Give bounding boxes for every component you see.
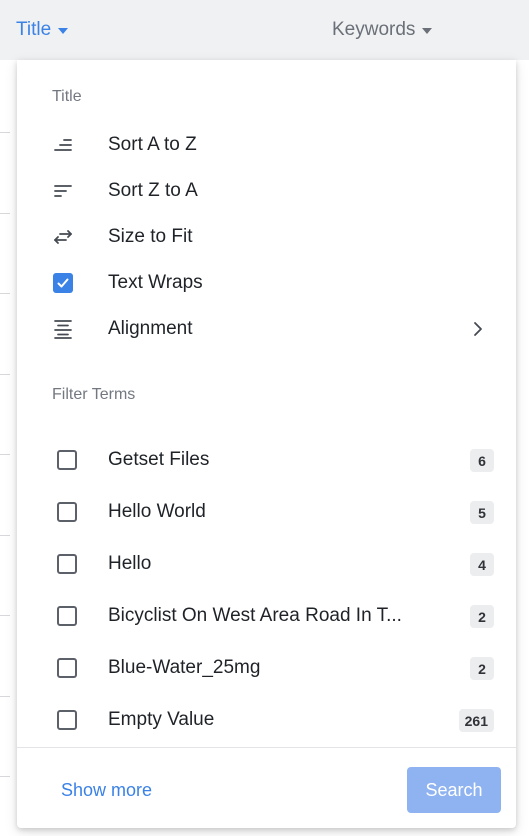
filter-option[interactable]: Blue-Water_25mg 2 [17,647,516,689]
sort-z-to-a-item[interactable]: Sort Z to A [17,170,516,212]
filter-option[interactable]: Getset Files 6 [17,439,516,481]
search-button[interactable]: Search [407,767,501,813]
column-menu-dropdown: Title Sort A to Z Sort Z to A Size to Fi… [17,60,516,828]
align-center-icon [52,318,74,340]
checkbox-checked-icon[interactable] [52,272,74,294]
keywords-column-label: Keywords [332,19,416,40]
sort-z-to-a-label: Sort Z to A [108,180,198,201]
filter-count-badge: 6 [470,449,494,472]
checkbox-unchecked-icon[interactable] [57,606,77,626]
filter-count-badge: 5 [470,501,494,524]
alignment-label: Alignment [108,318,193,339]
menu-section-title: Title [52,88,82,105]
size-to-fit-label: Size to Fit [108,226,193,247]
footer-divider [17,747,516,748]
checkbox-unchecked-icon[interactable] [57,450,77,470]
sort-descending-icon [52,180,74,202]
filter-option[interactable]: Bicyclist On West Area Road In T... 2 [17,595,516,637]
filter-option-label: Blue-Water_25mg [108,657,261,678]
filter-option[interactable]: Hello World 5 [17,491,516,533]
sort-a-to-z-label: Sort A to Z [108,134,197,155]
keywords-column-header[interactable]: Keywords [332,19,433,41]
show-more-link[interactable]: Show more [61,780,152,801]
chevron-right-icon [471,318,485,340]
filter-option-label: Getset Files [108,449,210,470]
filter-terms-title: Filter Terms [52,386,136,403]
filter-option-label: Hello World [108,501,206,522]
checkbox-unchecked-icon[interactable] [57,502,77,522]
sort-ascending-icon [52,134,74,156]
checkbox-unchecked-icon[interactable] [57,554,77,574]
text-wraps-item[interactable]: Text Wraps [17,262,516,304]
title-column-label: Title [16,19,52,40]
filter-count-badge: 2 [470,657,494,680]
caret-down-icon [422,28,433,34]
text-wraps-label: Text Wraps [108,272,203,293]
checkbox-unchecked-icon[interactable] [57,710,77,730]
filter-option[interactable]: Empty Value 261 [17,699,516,741]
filter-count-badge: 261 [458,709,494,732]
table-header: Title Keywords [0,0,529,60]
title-column-header[interactable]: Title [16,19,69,41]
filter-option-label: Hello [108,553,152,574]
filter-count-badge: 4 [470,553,494,576]
checkbox-unchecked-icon[interactable] [57,658,77,678]
caret-down-icon [58,28,69,34]
filter-option-label: Bicyclist On West Area Road In T... [108,605,402,626]
size-to-fit-item[interactable]: Size to Fit [17,216,516,258]
filter-option[interactable]: Hello 4 [17,543,516,585]
sort-a-to-z-item[interactable]: Sort A to Z [17,124,516,166]
size-to-fit-icon [52,226,74,248]
filter-count-badge: 2 [470,605,494,628]
alignment-item[interactable]: Alignment [17,308,516,350]
filter-option-label: Empty Value [108,709,215,730]
